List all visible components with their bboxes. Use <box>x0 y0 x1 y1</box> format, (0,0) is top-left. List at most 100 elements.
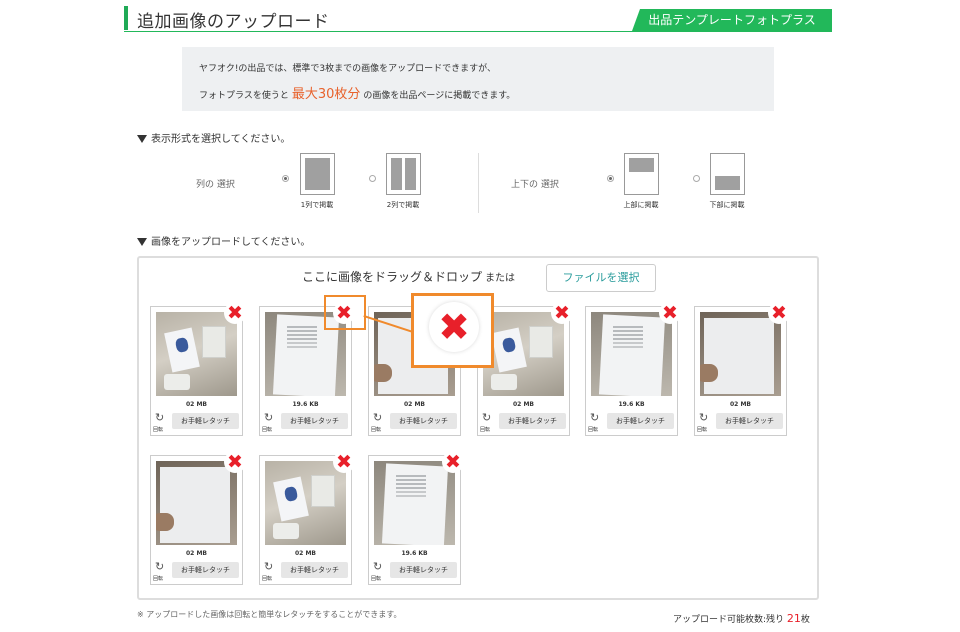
file-size: 02 MB <box>513 401 534 408</box>
rotate-label[interactable]: 回転 <box>371 575 381 582</box>
touchup-button[interactable]: お手軽レタッチ <box>499 413 566 429</box>
image-thumbnail <box>374 461 455 545</box>
image-card: 02 MB ↻ 回転 お手軽レタッチ <box>259 455 352 585</box>
remaining-count: アップロード可能枚数:残り 21枚 <box>673 612 810 625</box>
layout-1-column-preview <box>305 158 330 190</box>
column-select-label: 列の 選択 <box>196 180 235 190</box>
rotate-icon[interactable]: ↻ <box>155 412 167 424</box>
rotate-label[interactable]: 回転 <box>262 575 272 582</box>
file-size: 02 MB <box>295 550 316 557</box>
upload-footnote: ※ アップロードした画像は回転と簡単なレタッチをすることができます。 <box>137 610 402 619</box>
image-thumbnail <box>156 461 237 545</box>
delete-image-icon[interactable]: ✖ <box>442 451 464 473</box>
touchup-button[interactable]: お手軽レタッチ <box>390 562 457 578</box>
drop-text: ここに画像をドラッグ＆ドロップ <box>302 270 483 284</box>
file-size: 19.6 KB <box>401 550 428 557</box>
touchup-button[interactable]: お手軽レタッチ <box>607 413 674 429</box>
file-size: 02 MB <box>186 550 207 557</box>
rotate-label[interactable]: 回転 <box>153 426 163 433</box>
radio-top[interactable] <box>607 175 614 182</box>
file-size: 02 MB <box>730 401 751 408</box>
rotate-label[interactable]: 回転 <box>697 426 707 433</box>
radio-1-column[interactable] <box>282 175 289 182</box>
remaining-number: 21 <box>786 612 801 625</box>
touchup-button[interactable]: お手軽レタッチ <box>172 413 239 429</box>
drop-instruction: ここに画像をドラッグ＆ドロップ または <box>302 268 515 285</box>
delete-image-icon[interactable]: ✖ <box>659 302 681 324</box>
radio-2-column[interactable] <box>369 175 376 182</box>
page-title: 追加画像のアップロード <box>137 12 330 32</box>
rotate-icon[interactable]: ↻ <box>373 561 385 573</box>
rotate-icon[interactable]: ↻ <box>482 412 494 424</box>
touchup-button[interactable]: お手軽レタッチ <box>281 413 348 429</box>
touchup-button[interactable]: お手軽レタッチ <box>716 413 783 429</box>
rotate-label[interactable]: 回転 <box>262 426 272 433</box>
down-triangle-icon <box>137 135 147 143</box>
touchup-button[interactable]: お手軽レタッチ <box>390 413 457 429</box>
image-card: 19.6 KB ↻ 回転 お手軽レタッチ <box>585 306 678 436</box>
title-accent-bar <box>124 6 128 30</box>
display-heading: 表示形式を選択してください。 <box>137 130 290 145</box>
display-heading-text: 表示形式を選択してください。 <box>151 134 291 145</box>
file-size: 02 MB <box>404 401 425 408</box>
layout-top-preview <box>629 158 654 172</box>
info-line-2-after: の画像を出品ページに掲載できます。 <box>363 91 516 101</box>
info-line-2: フォトプラスを使うと 最大30枚分 の画像を出品ページに掲載できます。 <box>199 83 515 102</box>
layout-top-option[interactable] <box>624 153 659 195</box>
upload-heading-text: 画像をアップロードしてください。 <box>151 237 311 248</box>
rotate-icon[interactable]: ↻ <box>264 412 276 424</box>
delete-image-icon[interactable]: ✖ <box>224 451 246 473</box>
vertical-select-label: 上下の 選択 <box>511 180 559 190</box>
rotate-label[interactable]: 回転 <box>588 426 598 433</box>
layout-top-caption: 上部に掲載 <box>623 201 659 209</box>
title-underline <box>124 31 832 32</box>
delete-zoom-callout: ✖ <box>411 293 494 368</box>
choose-file-button[interactable]: ファイルを選択 <box>546 264 656 292</box>
image-card: 02 MB ↻ 回転 お手軽レタッチ <box>694 306 787 436</box>
upload-heading: 画像をアップロードしてください。 <box>137 233 310 248</box>
layout-2-column-left-preview <box>391 158 402 190</box>
layout-bottom-preview <box>715 176 740 190</box>
delete-image-icon[interactable]: ✖ <box>224 302 246 324</box>
file-size: 02 MB <box>186 401 207 408</box>
rotate-icon[interactable]: ↻ <box>590 412 602 424</box>
template-badge: 出品テンプレートフォトプラス <box>632 9 832 31</box>
down-triangle-icon <box>137 238 147 246</box>
touchup-button[interactable]: お手軽レタッチ <box>281 562 348 578</box>
or-text: または <box>485 273 516 284</box>
file-size: 19.6 KB <box>618 401 645 408</box>
rotate-label[interactable]: 回転 <box>371 426 381 433</box>
section-divider <box>478 153 479 213</box>
delete-highlight-box <box>324 295 366 330</box>
remaining-unit: 枚 <box>800 615 810 625</box>
layout-1-column-caption: 1列で掲載 <box>300 201 334 209</box>
rotate-icon[interactable]: ↻ <box>373 412 385 424</box>
radio-bottom[interactable] <box>693 175 700 182</box>
touchup-button[interactable]: お手軽レタッチ <box>172 562 239 578</box>
layout-2-column-option[interactable] <box>386 153 421 195</box>
image-thumbnail <box>700 312 781 396</box>
layout-2-column-caption: 2列で掲載 <box>386 201 420 209</box>
info-highlight: 最大30枚分 <box>291 87 361 102</box>
layout-bottom-option[interactable] <box>710 153 745 195</box>
rotate-icon[interactable]: ↻ <box>264 561 276 573</box>
image-thumbnail <box>591 312 672 396</box>
info-line-2-before: フォトプラスを使うと <box>199 91 289 101</box>
image-card: 02 MB ↻ 回転 お手軽レタッチ <box>150 306 243 436</box>
delete-image-icon[interactable]: ✖ <box>551 302 573 324</box>
delete-zoom-icon: ✖ <box>429 302 479 352</box>
layout-bottom-caption: 下部に掲載 <box>709 201 745 209</box>
delete-image-icon[interactable]: ✖ <box>768 302 790 324</box>
rotate-icon[interactable]: ↻ <box>155 561 167 573</box>
file-size: 19.6 KB <box>292 401 319 408</box>
delete-image-icon[interactable]: ✖ <box>333 451 355 473</box>
rotate-label[interactable]: 回転 <box>153 575 163 582</box>
layout-1-column-option[interactable] <box>300 153 335 195</box>
rotate-label[interactable]: 回転 <box>480 426 490 433</box>
image-thumbnail <box>265 461 346 545</box>
remaining-label: アップロード可能枚数:残り <box>673 615 785 625</box>
layout-2-column-right-preview <box>405 158 416 190</box>
image-thumbnail <box>483 312 564 396</box>
info-line-1: ヤフオク!の出品では、標準で3枚までの画像をアップロードできますが、 <box>199 64 496 74</box>
rotate-icon[interactable]: ↻ <box>699 412 711 424</box>
